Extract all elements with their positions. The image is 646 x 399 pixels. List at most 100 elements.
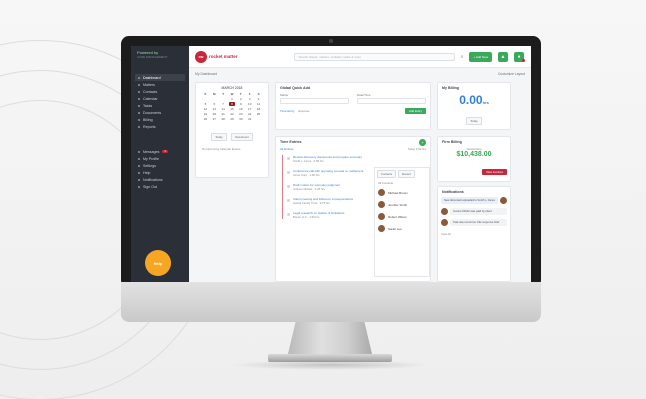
- calendar-day[interactable]: 13: [211, 107, 218, 111]
- calendar-day[interactable]: 21: [220, 112, 227, 116]
- date-field: Date/Time: [357, 93, 426, 104]
- calendar-day[interactable]: 25: [255, 112, 262, 116]
- nav-item-notifications[interactable]: Notifications: [135, 176, 185, 183]
- calendar-day[interactable]: 14: [220, 107, 227, 111]
- timeline: Review discovery documents and prepare s…: [282, 155, 372, 219]
- calendar-day[interactable]: 11: [255, 102, 262, 106]
- customize-link[interactable]: Customize Layout: [498, 72, 525, 80]
- calendar-day[interactable]: 12: [202, 107, 209, 111]
- period-select[interactable]: Today: [466, 117, 482, 125]
- nav-item-calendar[interactable]: Calendar: [135, 95, 185, 102]
- calendar-day[interactable]: 27: [211, 117, 218, 121]
- bell-icon[interactable]: ▲: [498, 51, 508, 62]
- nav-label: Tasks: [143, 103, 153, 108]
- timeline-item[interactable]: Conference call with opposing counsel re…: [283, 169, 372, 177]
- nav-item-settings[interactable]: Settings: [135, 162, 185, 169]
- help-label: Help: [153, 260, 163, 266]
- nav-item-help[interactable]: Help: [135, 169, 185, 176]
- calendar-day[interactable]: 17: [246, 107, 253, 111]
- calendar-day[interactable]: 9: [237, 102, 244, 106]
- time-entry-option[interactable]: Time Entry: [280, 109, 294, 113]
- calendar-day[interactable]: 6: [211, 102, 218, 106]
- nav-label: Settings: [143, 163, 156, 168]
- nav-item-sign-out[interactable]: Sign Out: [135, 183, 185, 190]
- notification-item[interactable]: New document uploaded to Smith v. Jones: [441, 197, 507, 208]
- nav-item-contacts[interactable]: Contacts: [135, 88, 185, 95]
- avatar: [441, 219, 448, 226]
- avatar: [378, 213, 385, 220]
- weekday-label: T: [222, 92, 225, 96]
- calendar-day[interactable]: 16: [237, 107, 244, 111]
- search-input[interactable]: Search clients, matters, contacts, tasks…: [293, 52, 455, 61]
- timeline-item[interactable]: Draft motion for summary judgment Johnson…: [283, 183, 372, 191]
- calendar-day[interactable]: 19: [202, 112, 209, 116]
- logo[interactable]: RM rocket matter: [195, 50, 238, 63]
- matter-input[interactable]: [280, 98, 349, 104]
- help-chat-button[interactable]: Help: [145, 250, 171, 276]
- calendar-day[interactable]: 22: [229, 112, 236, 116]
- calendar-day[interactable]: 2: [237, 97, 244, 101]
- calendar-day[interactable]: 30: [237, 117, 244, 121]
- contact-item[interactable]: Sarah Lee: [378, 225, 426, 232]
- notification-text: New document uploaded to Smith v. Jones: [441, 197, 498, 204]
- add-icon[interactable]: +: [419, 138, 426, 146]
- calendar-day[interactable]: 15: [229, 107, 236, 111]
- nav-label: Matters: [143, 82, 155, 87]
- calendar-day[interactable]: 23: [237, 112, 244, 116]
- nav-item-messages[interactable]: Messages 3: [135, 148, 185, 155]
- contact-item[interactable]: Michael Brown: [378, 189, 426, 196]
- calendar-day[interactable]: 18: [255, 107, 262, 111]
- calendar-day[interactable]: 29: [229, 117, 236, 121]
- add-new-button[interactable]: + Add New: [469, 51, 492, 62]
- camera-dot: [329, 39, 333, 43]
- avatar: [378, 201, 385, 208]
- date-input[interactable]: [357, 98, 426, 104]
- timeline-item[interactable]: Review discovery documents and prepare s…: [283, 155, 372, 163]
- entry-sub: Smith v. Jones · 0.50 hrs: [293, 159, 324, 163]
- calendar-day[interactable]: 28: [220, 117, 227, 121]
- calendar-day[interactable]: 5: [202, 102, 209, 106]
- calendar-day[interactable]: 7: [220, 102, 227, 106]
- tab-contacts[interactable]: Contacts: [377, 170, 397, 178]
- today-button[interactable]: Today: [211, 133, 227, 141]
- notification-item[interactable]: Task due tomorrow: File response brief: [441, 219, 507, 230]
- nav-item-dashboard[interactable]: Dashboard: [135, 74, 185, 81]
- dot-icon: [138, 83, 140, 86]
- contact-item[interactable]: Jennifer Smith: [378, 201, 426, 208]
- expense-option[interactable]: Expense: [298, 109, 309, 113]
- calendar-day-selected[interactable]: 8: [228, 102, 236, 106]
- alert-dot: [522, 59, 525, 62]
- calendar-day[interactable]: 26: [202, 117, 209, 121]
- calendar-day[interactable]: 10: [246, 102, 253, 106]
- calendar-day[interactable]: 20: [211, 112, 218, 116]
- nav-label: Help: [143, 170, 151, 175]
- calendar-day[interactable]: 4: [255, 97, 262, 101]
- timeline-item[interactable]: Legal research on statute of limitations…: [283, 211, 372, 219]
- nav-item-profile[interactable]: My Profile: [135, 155, 185, 162]
- new-event-button[interactable]: New Event: [231, 133, 253, 141]
- calendar-day[interactable]: 31: [246, 117, 253, 121]
- invoices-action: View Invoices: [438, 158, 510, 180]
- contacts-tabs: Contacts Recent: [375, 168, 429, 180]
- contact-item[interactable]: Robert Wilson: [378, 213, 426, 220]
- nav-item-billing[interactable]: Billing: [135, 116, 185, 123]
- dot-icon: [138, 118, 140, 121]
- date-label: Date/Time: [357, 93, 371, 97]
- search-icon[interactable]: ⌕: [461, 54, 464, 60]
- nav-item-tasks[interactable]: Tasks: [135, 102, 185, 109]
- calendar-day[interactable]: 1: [229, 97, 236, 101]
- tab-recent[interactable]: Recent: [398, 170, 415, 178]
- firm-billing-title: Firm Billing: [442, 140, 462, 144]
- calendar-day[interactable]: 24: [246, 112, 253, 116]
- notification-item[interactable]: Invoice #1042 was paid by client: [441, 208, 507, 219]
- view-invoices-button[interactable]: View Invoices: [481, 169, 507, 175]
- view-all-link[interactable]: View All: [438, 230, 510, 238]
- nav-item-matters[interactable]: Matters: [135, 81, 185, 88]
- all-entries-link[interactable]: All Entries: [280, 147, 294, 151]
- timeline-item[interactable]: Client meeting and follow-up corresponde…: [283, 197, 372, 205]
- calendar-day[interactable]: 3: [246, 97, 253, 101]
- contacts-filter[interactable]: All Contacts: [375, 180, 429, 189]
- nav-item-documents[interactable]: Documents: [135, 109, 185, 116]
- add-entry-button[interactable]: Add Entry: [404, 108, 426, 114]
- nav-item-reports[interactable]: Reports: [135, 123, 185, 130]
